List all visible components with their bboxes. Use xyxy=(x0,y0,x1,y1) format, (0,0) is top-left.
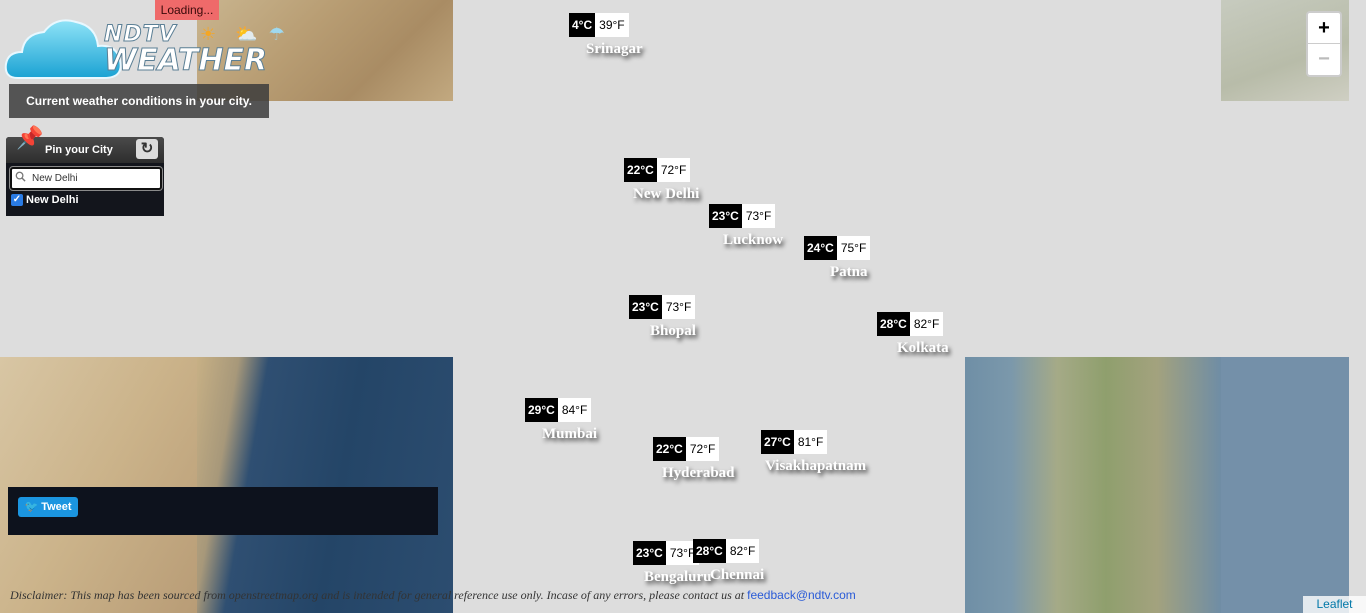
temp-celsius: 27°C xyxy=(761,430,794,454)
partly-cloudy-icon: ⛅ xyxy=(235,24,258,44)
city-name: Kolkata xyxy=(897,340,949,356)
temp-celsius: 23°C xyxy=(629,295,662,319)
temp-celsius: 24°C xyxy=(804,236,837,260)
refresh-icon: ↻ xyxy=(140,140,154,157)
city-name: Bengaluru xyxy=(644,569,712,585)
city-marker-patna[interactable]: 24°C 75°F Patna xyxy=(804,236,871,280)
temp-fahrenheit: 84°F xyxy=(557,398,592,422)
rain-cloud-icon: ☂ xyxy=(268,24,285,44)
temp-fahrenheit: 82°F xyxy=(725,539,760,563)
city-checkbox-row[interactable]: ✓ New Delhi xyxy=(11,194,79,207)
city-name: Patna xyxy=(830,264,868,280)
city-marker-srinagar[interactable]: 4°C 39°F Srinagar xyxy=(569,13,643,57)
pin-city-panel: 📌 Pin your City ↻ ✓New Delhi xyxy=(6,125,164,216)
refresh-button[interactable]: ↻ xyxy=(136,139,158,159)
temp-fahrenheit: 81°F xyxy=(793,430,828,454)
zoom-control: + − xyxy=(1306,11,1342,77)
city-marker-kolkata[interactable]: 28°C 82°F Kolkata xyxy=(877,312,949,356)
city-name: Visakhapatnam xyxy=(765,458,867,474)
city-name: Bhopal xyxy=(650,323,696,339)
temp-celsius: 22°C xyxy=(653,437,686,461)
city-name: New Delhi xyxy=(633,186,700,202)
map-tile-satellite xyxy=(0,357,197,613)
temp-fahrenheit: 73°F xyxy=(661,295,696,319)
pin-city-header: 📌 Pin your City ↻ xyxy=(6,125,164,163)
zoom-in-button[interactable]: + xyxy=(1308,13,1340,44)
zoom-out-button[interactable]: − xyxy=(1308,44,1340,74)
map-tile-satellite xyxy=(1221,357,1349,613)
sun-icon: ☀ xyxy=(200,24,217,44)
temp-fahrenheit: 39°F xyxy=(595,13,629,37)
city-marker-visakhapatnam[interactable]: 27°C 81°F Visakhapatnam xyxy=(761,430,866,474)
ndtv-weather-logo: NDTV WEATHER ☀ ⛅ ☂ xyxy=(4,6,304,84)
feedback-email-link[interactable]: feedback@ndtv.com xyxy=(747,588,856,602)
temp-celsius: 28°C xyxy=(877,312,910,336)
city-name: Chennai xyxy=(710,567,765,583)
city-name: Srinagar xyxy=(586,41,643,57)
leaflet-attribution-link[interactable]: Leaflet xyxy=(1303,596,1366,613)
city-marker-lucknow[interactable]: 23°C 73°F Lucknow xyxy=(709,204,783,248)
logo-weather-text: WEATHER xyxy=(103,43,268,78)
temp-fahrenheit: 82°F xyxy=(909,312,944,336)
city-marker-new-delhi[interactable]: 22°C 72°F New Delhi xyxy=(624,158,699,202)
city-search-input[interactable] xyxy=(32,170,154,186)
map-tile-arabian-sea xyxy=(197,357,453,613)
page-subtitle: Current weather conditions in your city. xyxy=(9,84,269,118)
city-marker-chennai[interactable]: 28°C 82°F Chennai xyxy=(693,539,764,583)
city-search-box[interactable] xyxy=(10,167,162,190)
map-tile-satellite xyxy=(965,357,1221,613)
city-marker-hyderabad[interactable]: 22°C 72°F Hyderabad xyxy=(653,437,735,481)
checkbox-label: New Delhi xyxy=(26,194,79,206)
city-marker-bengaluru[interactable]: 23°C 73°F Bengaluru xyxy=(633,541,712,585)
disclaimer-text: Disclaimer: This map has been sourced fr… xyxy=(10,588,748,602)
city-name: Mumbai xyxy=(542,426,598,442)
disclaimer: Disclaimer: This map has been sourced fr… xyxy=(10,588,856,603)
tweet-button[interactable]: 🐦 Tweet xyxy=(18,497,78,517)
search-icon xyxy=(15,171,26,182)
share-bar: 🐦 Tweet xyxy=(8,487,438,535)
pushpin-icon: 📌 xyxy=(16,125,44,150)
tweet-label: Tweet xyxy=(41,501,72,513)
temp-celsius: 4°C xyxy=(569,13,596,37)
checkbox-checked[interactable]: ✓ xyxy=(11,194,23,207)
loading-indicator: Loading... xyxy=(155,0,219,20)
city-name: Hyderabad xyxy=(662,465,735,481)
temp-fahrenheit: 73°F xyxy=(741,204,776,228)
temp-celsius: 29°C xyxy=(525,398,558,422)
temp-celsius: 23°C xyxy=(709,204,742,228)
twitter-bird-icon: 🐦 xyxy=(24,501,39,513)
city-marker-bhopal[interactable]: 23°C 73°F Bhopal xyxy=(629,295,696,339)
temp-celsius: 23°C xyxy=(633,541,666,565)
city-marker-mumbai[interactable]: 29°C 84°F Mumbai xyxy=(525,398,597,442)
temp-celsius: 28°C xyxy=(693,539,726,563)
temp-celsius: 22°C xyxy=(624,158,657,182)
temp-fahrenheit: 72°F xyxy=(685,437,720,461)
pin-city-title: Pin your City xyxy=(45,144,113,156)
temp-fahrenheit: 72°F xyxy=(656,158,691,182)
weather-icons: ☀ ⛅ ☂ xyxy=(200,24,285,45)
temp-fahrenheit: 75°F xyxy=(836,236,871,260)
city-name: Lucknow xyxy=(723,232,784,248)
